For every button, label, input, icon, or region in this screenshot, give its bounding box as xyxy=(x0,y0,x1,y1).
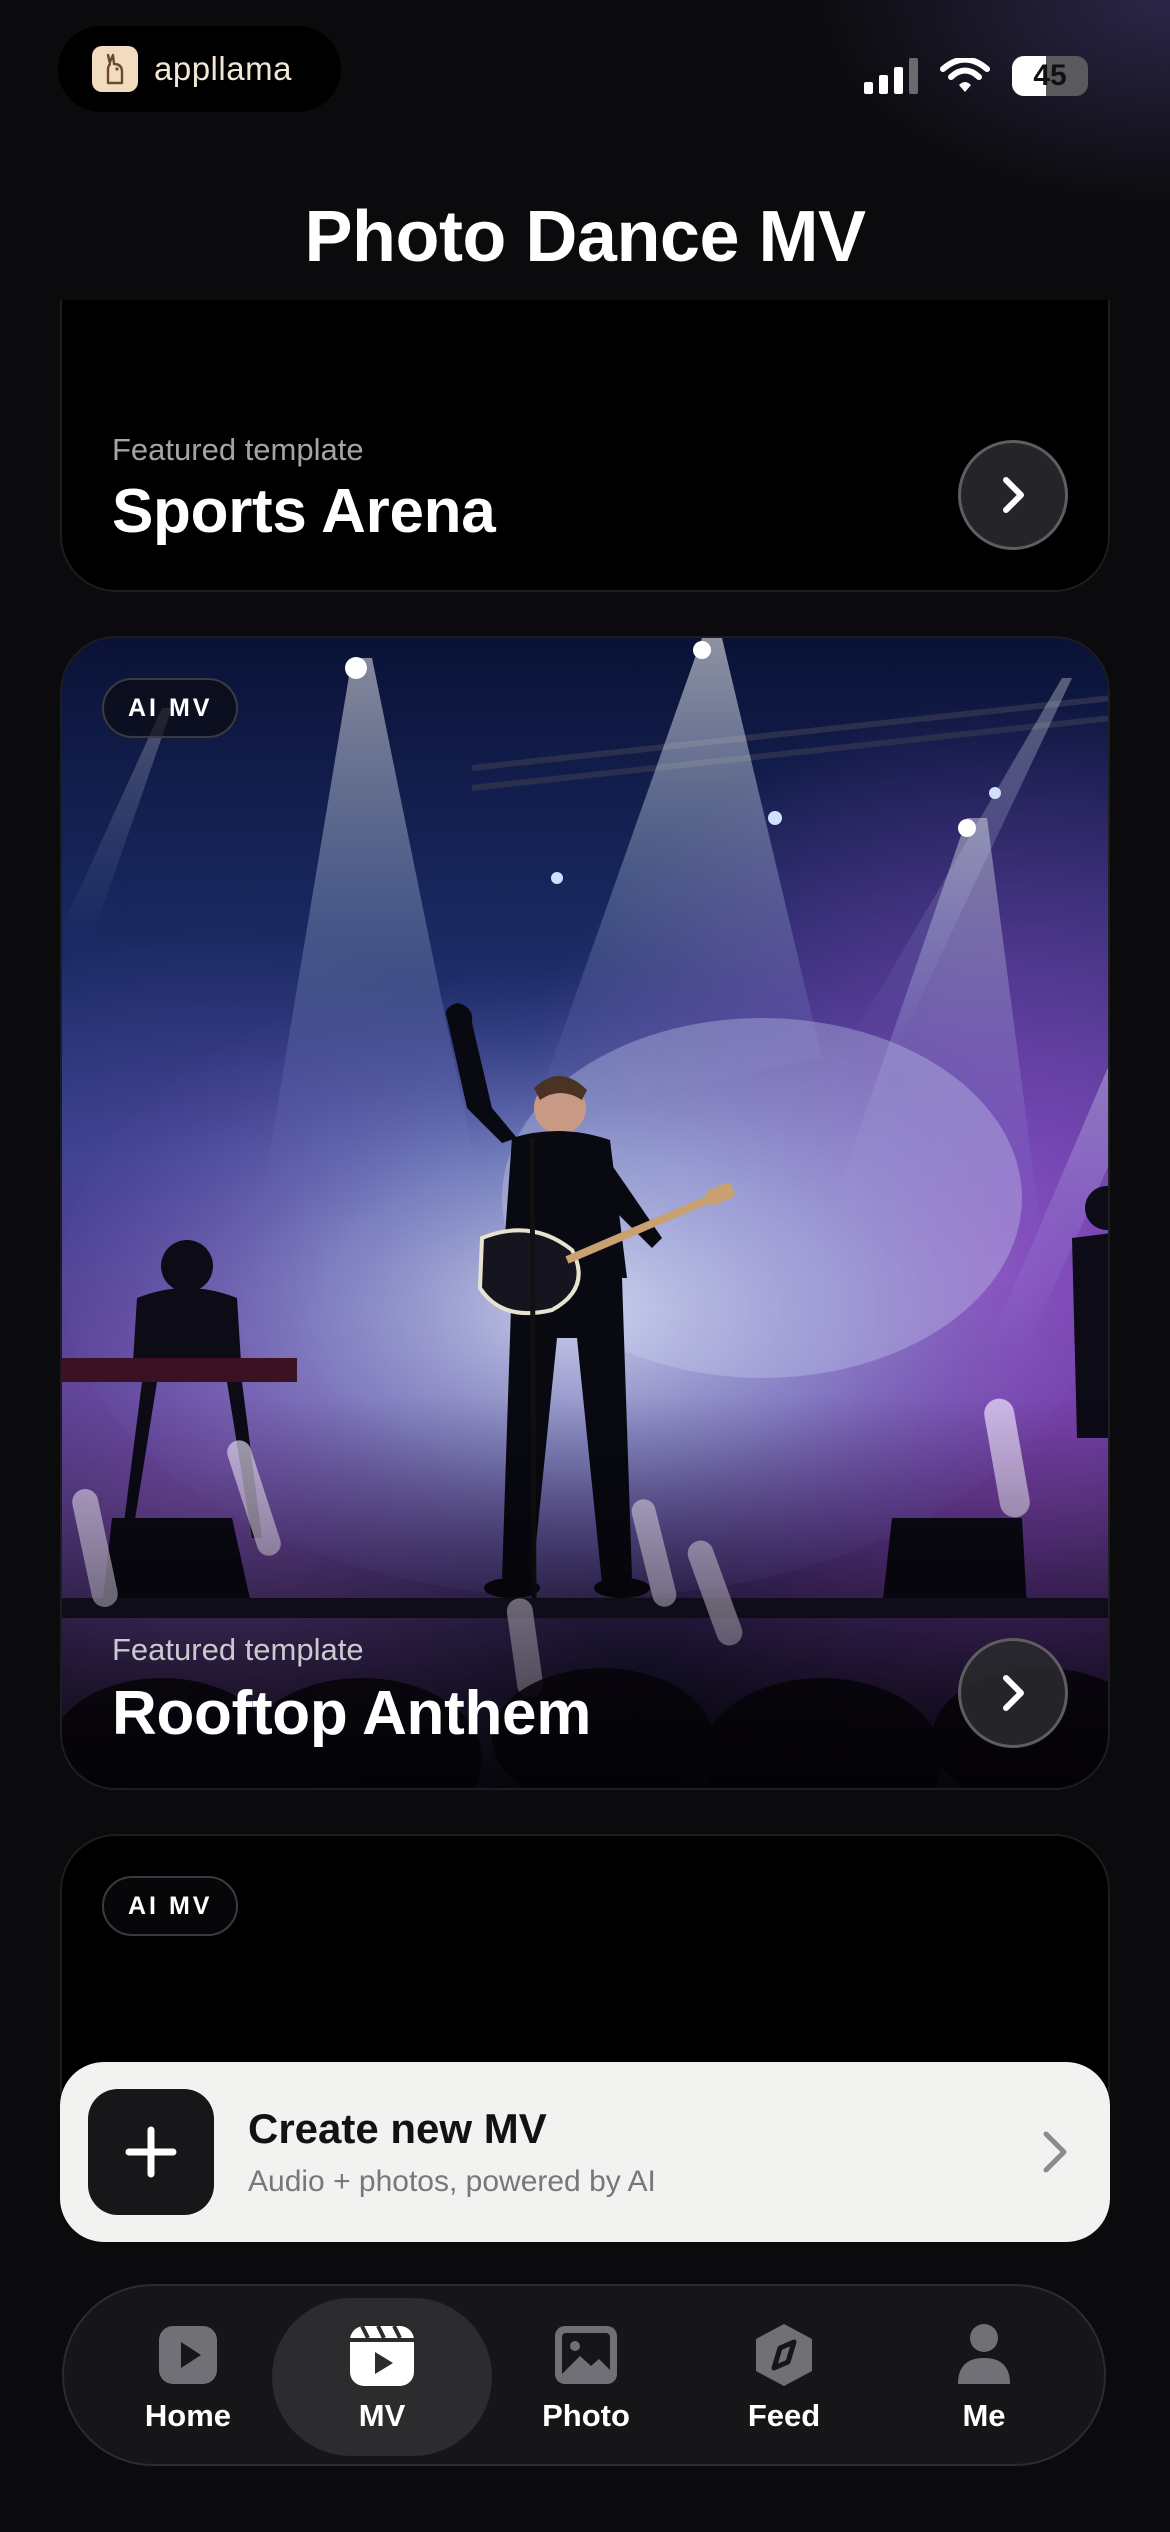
wifi-icon xyxy=(940,58,990,92)
tab-home[interactable]: Home xyxy=(78,2298,298,2456)
battery-icon: 45 xyxy=(1012,56,1088,96)
tab-me[interactable]: Me xyxy=(874,2298,1094,2456)
plus-icon xyxy=(88,2089,214,2215)
chevron-right-icon xyxy=(1003,1675,1024,1711)
brand-pill: appllama xyxy=(58,26,341,112)
tab-label: Feed xyxy=(747,2398,821,2433)
status-icons: 45 xyxy=(864,54,1088,98)
create-new-mv-button[interactable]: Create new MV Audio + photos, powered by… xyxy=(60,2062,1110,2242)
chevron-right-icon xyxy=(1003,477,1024,513)
template-card-rooftop-anthem[interactable]: AI MV Featured template Rooftop Anthem xyxy=(60,636,1110,1790)
tab-label: Photo xyxy=(542,2398,630,2433)
cellular-signal-icon xyxy=(864,58,918,94)
tab-label: Me xyxy=(962,2398,1006,2433)
clapperboard-icon xyxy=(348,2320,416,2390)
tab-photo[interactable]: Photo xyxy=(476,2298,696,2456)
tab-bar: Home MV Photo Feed Me xyxy=(62,2284,1106,2466)
ai-mv-badge: AI MV xyxy=(102,1876,239,1936)
llama-logo-icon xyxy=(92,46,138,92)
template-card[interactable]: AI MV xyxy=(60,1834,1110,2094)
image-icon xyxy=(553,2320,619,2390)
ai-mv-badge: AI MV xyxy=(102,678,239,738)
tab-mv[interactable]: MV xyxy=(272,2298,492,2456)
concert-stage-image xyxy=(62,638,1108,1788)
play-square-icon xyxy=(157,2320,219,2390)
battery-percent: 45 xyxy=(1033,59,1067,92)
open-template-button[interactable] xyxy=(958,1638,1068,1748)
card-eyebrow: Featured template xyxy=(112,432,364,467)
tab-feed[interactable]: Feed xyxy=(674,2298,894,2456)
compass-icon xyxy=(752,2320,816,2390)
card-title: Sports Arena xyxy=(112,477,496,546)
tab-label: MV xyxy=(358,2398,406,2433)
card-title: Rooftop Anthem xyxy=(112,1679,592,1748)
brand-name: appllama xyxy=(154,50,292,87)
chevron-right-icon xyxy=(1043,2131,1067,2173)
create-title: Create new MV xyxy=(248,2105,547,2152)
tab-label: Home xyxy=(144,2398,232,2433)
template-card-sports-arena[interactable]: Featured template Sports Arena xyxy=(60,300,1110,592)
page-title: Photo Dance MV xyxy=(304,197,866,277)
create-subtitle: Audio + photos, powered by AI xyxy=(248,2165,656,2198)
open-template-button[interactable] xyxy=(958,440,1068,550)
person-icon xyxy=(954,2320,1014,2390)
card-eyebrow: Featured template xyxy=(112,1632,364,1667)
